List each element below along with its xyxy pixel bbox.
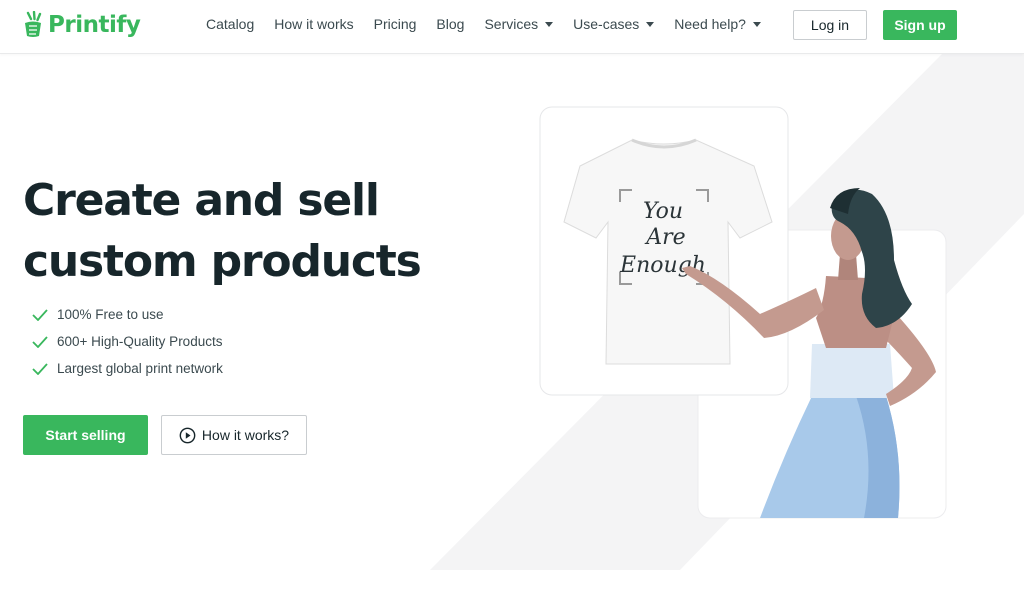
nav-catalog-label: Catalog: [206, 16, 255, 32]
how-it-works-label: How it works?: [201, 427, 290, 443]
nav-need-help[interactable]: Need help?: [674, 16, 761, 32]
nav-pricing-label: Pricing: [373, 16, 417, 32]
nav-use-cases-label: Use-cases: [573, 16, 640, 32]
tshirt-text-line1: You: [643, 199, 683, 224]
hero-title-line1: Create and sell: [23, 175, 380, 226]
login-button[interactable]: Log in: [793, 10, 867, 40]
chevron-down-icon: [752, 22, 761, 27]
signup-button[interactable]: Sign up: [883, 10, 957, 40]
chevron-down-icon: [545, 22, 554, 27]
feature-text: 600+ High-Quality Products: [57, 334, 223, 349]
hero-title-line2: custom products: [23, 236, 422, 287]
nav-how-it-works-label: How it works: [274, 16, 354, 32]
list-item: Largest global print network: [32, 355, 223, 382]
nav-blog[interactable]: Blog: [436, 16, 464, 32]
how-it-works-button[interactable]: How it works?: [161, 415, 307, 455]
nav-blog-label: Blog: [436, 16, 465, 32]
tshirt-text-line2: Are: [644, 225, 685, 250]
check-icon: [32, 362, 48, 375]
main-nav: Catalog How it works Pricing Blog Servic…: [206, 16, 781, 32]
hero-illustration: You Are Enough: [430, 54, 1024, 570]
nav-need-help-label: Need help?: [674, 16, 746, 32]
check-icon: [32, 308, 48, 321]
start-selling-button[interactable]: Start selling: [23, 415, 148, 455]
logo-wordmark: Printify: [48, 12, 141, 38]
nav-use-cases[interactable]: Use-cases: [573, 16, 655, 32]
feature-list: 100% Free to use 600+ High-Quality Produ…: [32, 301, 223, 382]
list-item: 600+ High-Quality Products: [32, 328, 223, 355]
nav-services-label: Services: [484, 16, 539, 32]
feature-text: 100% Free to use: [57, 307, 164, 322]
check-icon: [32, 335, 48, 348]
nav-services[interactable]: Services: [484, 16, 554, 32]
hero-title: Create and sell custom products: [23, 170, 443, 292]
chevron-down-icon: [646, 22, 655, 27]
printify-logo-icon: [25, 11, 42, 37]
nav-catalog[interactable]: Catalog: [206, 16, 254, 32]
printify-logo[interactable]: Printify: [22, 11, 141, 39]
list-item: 100% Free to use: [32, 301, 223, 328]
nav-how-it-works[interactable]: How it works: [274, 16, 353, 32]
site-header: Printify Catalog How it works Pricing Bl…: [0, 0, 1024, 54]
nav-pricing[interactable]: Pricing: [374, 16, 417, 32]
play-icon: [179, 427, 196, 443]
feature-text: Largest global print network: [57, 361, 223, 376]
